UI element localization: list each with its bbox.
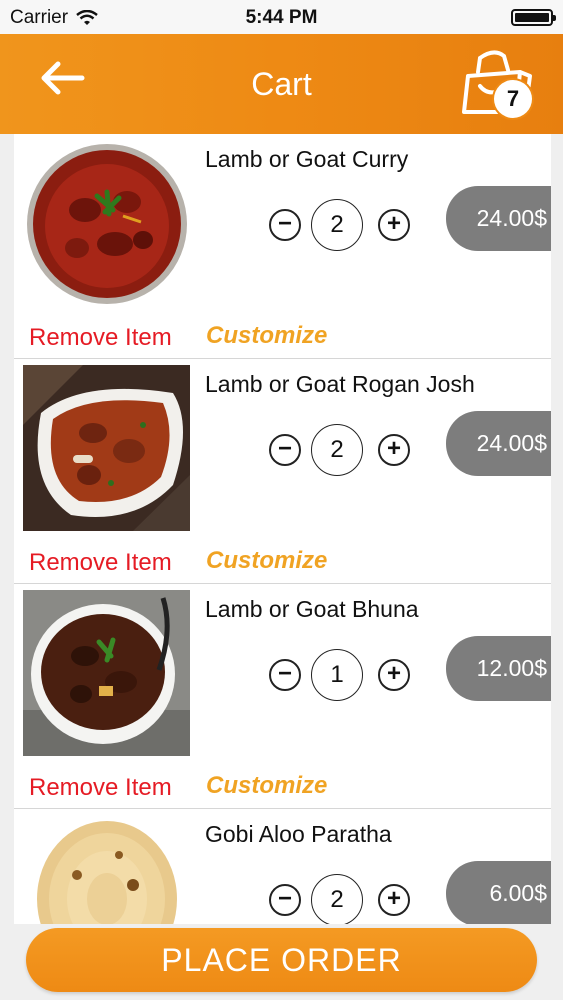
cart-item: Lamb or Goat Bhuna − 1 + 12.00$ Remove I… bbox=[14, 584, 551, 809]
decrease-quantity-button[interactable]: − bbox=[269, 209, 301, 241]
decrease-quantity-button[interactable]: − bbox=[269, 659, 301, 691]
quantity-value: 2 bbox=[311, 199, 363, 251]
status-bar: Carrier 5:44 PM bbox=[0, 0, 563, 34]
cart-count-badge: 7 bbox=[494, 80, 532, 118]
item-name: Gobi Aloo Paratha bbox=[205, 821, 392, 847]
quantity-stepper: − 2 + bbox=[269, 424, 411, 476]
cart-list[interactable]: Lamb or Goat Curry − 2 + 24.00$ Remove I… bbox=[14, 134, 551, 924]
remove-item-button[interactable]: Remove Item bbox=[29, 324, 172, 352]
quantity-value: 1 bbox=[311, 649, 363, 701]
food-image bbox=[23, 140, 190, 306]
cart-item: Lamb or Goat Curry − 2 + 24.00$ Remove I… bbox=[14, 134, 551, 359]
quantity-stepper: − 2 + bbox=[269, 199, 411, 251]
decrease-quantity-button[interactable]: − bbox=[269, 884, 301, 916]
quantity-value: 2 bbox=[311, 874, 363, 924]
increase-quantity-button[interactable]: + bbox=[378, 209, 410, 241]
increase-quantity-button[interactable]: + bbox=[378, 659, 410, 691]
remove-item-button[interactable]: Remove Item bbox=[29, 549, 172, 577]
quantity-stepper: − 2 + bbox=[269, 874, 411, 924]
nav-bar: Cart bbox=[0, 34, 563, 134]
price-tag: 24.00$ bbox=[446, 186, 551, 251]
status-time: 5:44 PM bbox=[245, 7, 318, 28]
food-image bbox=[23, 365, 190, 531]
item-name: Lamb or Goat Bhuna bbox=[205, 596, 419, 622]
customize-button[interactable]: Customize bbox=[206, 772, 327, 800]
quantity-value: 2 bbox=[311, 424, 363, 476]
customize-button[interactable]: Customize bbox=[206, 322, 327, 350]
item-name: Lamb or Goat Rogan Josh bbox=[205, 371, 475, 397]
cart-item: Gobi Aloo Paratha − 2 + 6.00$ bbox=[14, 809, 551, 924]
decrease-quantity-button[interactable]: − bbox=[269, 434, 301, 466]
place-order-button[interactable]: PLACE ORDER bbox=[26, 928, 537, 992]
increase-quantity-button[interactable]: + bbox=[378, 434, 410, 466]
price-tag: 24.00$ bbox=[446, 411, 551, 476]
increase-quantity-button[interactable]: + bbox=[378, 884, 410, 916]
quantity-stepper: − 1 + bbox=[269, 649, 411, 701]
customize-button[interactable]: Customize bbox=[206, 547, 327, 575]
food-image bbox=[23, 590, 190, 756]
item-name: Lamb or Goat Curry bbox=[205, 146, 409, 172]
food-image bbox=[23, 815, 190, 924]
battery-icon bbox=[511, 9, 556, 26]
remove-item-button[interactable]: Remove Item bbox=[29, 774, 172, 802]
cart-item: Lamb or Goat Rogan Josh − 2 + 24.00$ Rem… bbox=[14, 359, 551, 584]
price-tag: 12.00$ bbox=[446, 636, 551, 701]
price-tag: 6.00$ bbox=[446, 861, 551, 924]
